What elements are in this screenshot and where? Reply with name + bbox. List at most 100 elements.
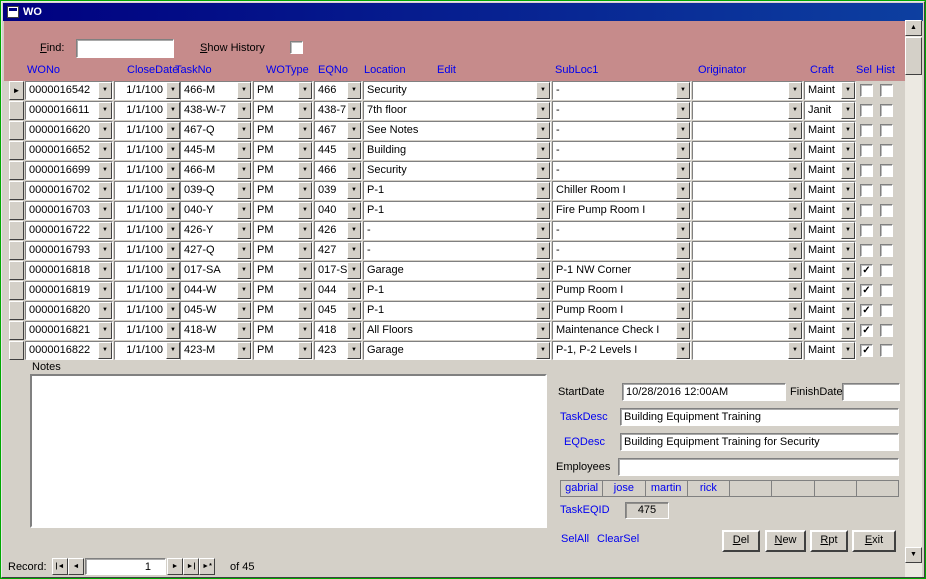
dropdown-icon[interactable]: ▼ xyxy=(237,182,251,199)
dropdown-icon[interactable]: ▼ xyxy=(841,262,855,279)
scrollbar-thumb[interactable] xyxy=(905,37,922,75)
row-selector[interactable] xyxy=(9,141,24,160)
craft-combo[interactable]: Janit▼ xyxy=(804,101,856,120)
eqno-combo[interactable]: 445▼ xyxy=(314,141,362,160)
show-history-checkbox[interactable] xyxy=(290,41,303,54)
dropdown-icon[interactable]: ▼ xyxy=(347,262,361,279)
first-record-button[interactable]: |◄ xyxy=(52,558,68,575)
sel-checkbox[interactable] xyxy=(860,184,873,197)
dropdown-icon[interactable]: ▼ xyxy=(98,222,112,239)
subloc1-combo[interactable]: -▼ xyxy=(552,221,691,240)
dropdown-icon[interactable]: ▼ xyxy=(536,82,550,99)
originator-combo[interactable]: ▼ xyxy=(692,181,803,200)
subloc1-combo[interactable]: -▼ xyxy=(552,141,691,160)
row-selector[interactable] xyxy=(9,241,24,260)
scroll-up-button[interactable]: ▲ xyxy=(905,20,922,36)
eqno-combo[interactable]: 044▼ xyxy=(314,281,362,300)
next-record-button[interactable]: ► xyxy=(167,558,183,575)
dropdown-icon[interactable]: ▼ xyxy=(536,322,550,339)
dropdown-icon[interactable]: ▼ xyxy=(536,342,550,359)
closedate-combo[interactable]: 1/1/100▼ xyxy=(114,221,181,240)
eqdesc-field[interactable]: Building Equipment Training for Security xyxy=(620,433,899,451)
dropdown-icon[interactable]: ▼ xyxy=(98,302,112,319)
taskno-combo[interactable]: 467-Q▼ xyxy=(180,121,252,140)
dropdown-icon[interactable]: ▼ xyxy=(536,262,550,279)
selall-link[interactable]: SelAll xyxy=(561,533,589,545)
dropdown-icon[interactable]: ▼ xyxy=(676,242,690,259)
hist-checkbox[interactable] xyxy=(880,124,893,137)
dropdown-icon[interactable]: ▼ xyxy=(98,102,112,119)
dropdown-icon[interactable]: ▼ xyxy=(298,342,312,359)
dropdown-icon[interactable]: ▼ xyxy=(347,302,361,319)
dropdown-icon[interactable]: ▼ xyxy=(98,82,112,99)
dropdown-icon[interactable]: ▼ xyxy=(841,202,855,219)
sel-checkbox[interactable] xyxy=(860,124,873,137)
wotype-combo[interactable]: PM▼ xyxy=(253,121,313,140)
eqno-combo[interactable]: 039▼ xyxy=(314,181,362,200)
craft-combo[interactable]: Maint▼ xyxy=(804,281,856,300)
dropdown-icon[interactable]: ▼ xyxy=(788,182,802,199)
dropdown-icon[interactable]: ▼ xyxy=(676,142,690,159)
wono-combo[interactable]: 0000016821▼ xyxy=(25,321,113,340)
wotype-combo[interactable]: PM▼ xyxy=(253,261,313,280)
dropdown-icon[interactable]: ▼ xyxy=(347,142,361,159)
eqno-combo[interactable]: 045▼ xyxy=(314,301,362,320)
dropdown-icon[interactable]: ▼ xyxy=(166,262,180,279)
dropdown-icon[interactable]: ▼ xyxy=(166,222,180,239)
dropdown-icon[interactable]: ▼ xyxy=(676,202,690,219)
dropdown-icon[interactable]: ▼ xyxy=(98,162,112,179)
originator-combo[interactable]: ▼ xyxy=(692,141,803,160)
finishdate-field[interactable] xyxy=(842,383,900,401)
dropdown-icon[interactable]: ▼ xyxy=(841,242,855,259)
new-record-button[interactable]: ►* xyxy=(199,558,215,575)
location-combo[interactable]: Garage▼ xyxy=(363,261,551,280)
dropdown-icon[interactable]: ▼ xyxy=(166,142,180,159)
subloc1-combo[interactable]: Maintenance Check I▼ xyxy=(552,321,691,340)
row-selector[interactable] xyxy=(9,201,24,220)
dropdown-icon[interactable]: ▼ xyxy=(237,142,251,159)
clearsel-link[interactable]: ClearSel xyxy=(597,533,639,545)
wono-combo[interactable]: 0000016702▼ xyxy=(25,181,113,200)
sel-checkbox[interactable] xyxy=(860,244,873,257)
sel-checkbox[interactable]: ✓ xyxy=(860,264,873,277)
sel-checkbox[interactable] xyxy=(860,164,873,177)
dropdown-icon[interactable]: ▼ xyxy=(841,142,855,159)
location-combo[interactable]: Garage▼ xyxy=(363,341,551,360)
wotype-combo[interactable]: PM▼ xyxy=(253,101,313,120)
craft-combo[interactable]: Maint▼ xyxy=(804,141,856,160)
eqno-combo[interactable]: 426▼ xyxy=(314,221,362,240)
dropdown-icon[interactable]: ▼ xyxy=(347,202,361,219)
taskno-combo[interactable]: 418-W▼ xyxy=(180,321,252,340)
dropdown-icon[interactable]: ▼ xyxy=(347,282,361,299)
location-combo[interactable]: Security▼ xyxy=(363,161,551,180)
new-button[interactable]: New xyxy=(765,530,806,552)
closedate-combo[interactable]: 1/1/100▼ xyxy=(114,121,181,140)
originator-combo[interactable]: ▼ xyxy=(692,321,803,340)
wono-combo[interactable]: 0000016620▼ xyxy=(25,121,113,140)
subloc1-combo[interactable]: -▼ xyxy=(552,241,691,260)
dropdown-icon[interactable]: ▼ xyxy=(788,222,802,239)
craft-combo[interactable]: Maint▼ xyxy=(804,261,856,280)
dropdown-icon[interactable]: ▼ xyxy=(98,122,112,139)
closedate-combo[interactable]: 1/1/100▼ xyxy=(114,321,181,340)
sel-checkbox[interactable] xyxy=(860,204,873,217)
row-selector[interactable] xyxy=(9,301,24,320)
taskno-combo[interactable]: 466-M▼ xyxy=(180,81,252,100)
subloc1-combo[interactable]: P-1 NW Corner▼ xyxy=(552,261,691,280)
sel-checkbox[interactable]: ✓ xyxy=(860,324,873,337)
taskno-combo[interactable]: 045-W▼ xyxy=(180,301,252,320)
dropdown-icon[interactable]: ▼ xyxy=(298,322,312,339)
dropdown-icon[interactable]: ▼ xyxy=(536,182,550,199)
closedate-combo[interactable]: 1/1/100▼ xyxy=(114,341,181,360)
subloc1-combo[interactable]: Pump Room I▼ xyxy=(552,281,691,300)
wono-combo[interactable]: 0000016818▼ xyxy=(25,261,113,280)
dropdown-icon[interactable]: ▼ xyxy=(237,82,251,99)
hist-checkbox[interactable] xyxy=(880,324,893,337)
dropdown-icon[interactable]: ▼ xyxy=(788,242,802,259)
row-selector[interactable] xyxy=(9,341,24,360)
dropdown-icon[interactable]: ▼ xyxy=(676,322,690,339)
exit-button[interactable]: Exit xyxy=(852,530,896,552)
dropdown-icon[interactable]: ▼ xyxy=(676,282,690,299)
wono-combo[interactable]: 0000016819▼ xyxy=(25,281,113,300)
subloc1-combo[interactable]: P-1, P-2 Levels I▼ xyxy=(552,341,691,360)
